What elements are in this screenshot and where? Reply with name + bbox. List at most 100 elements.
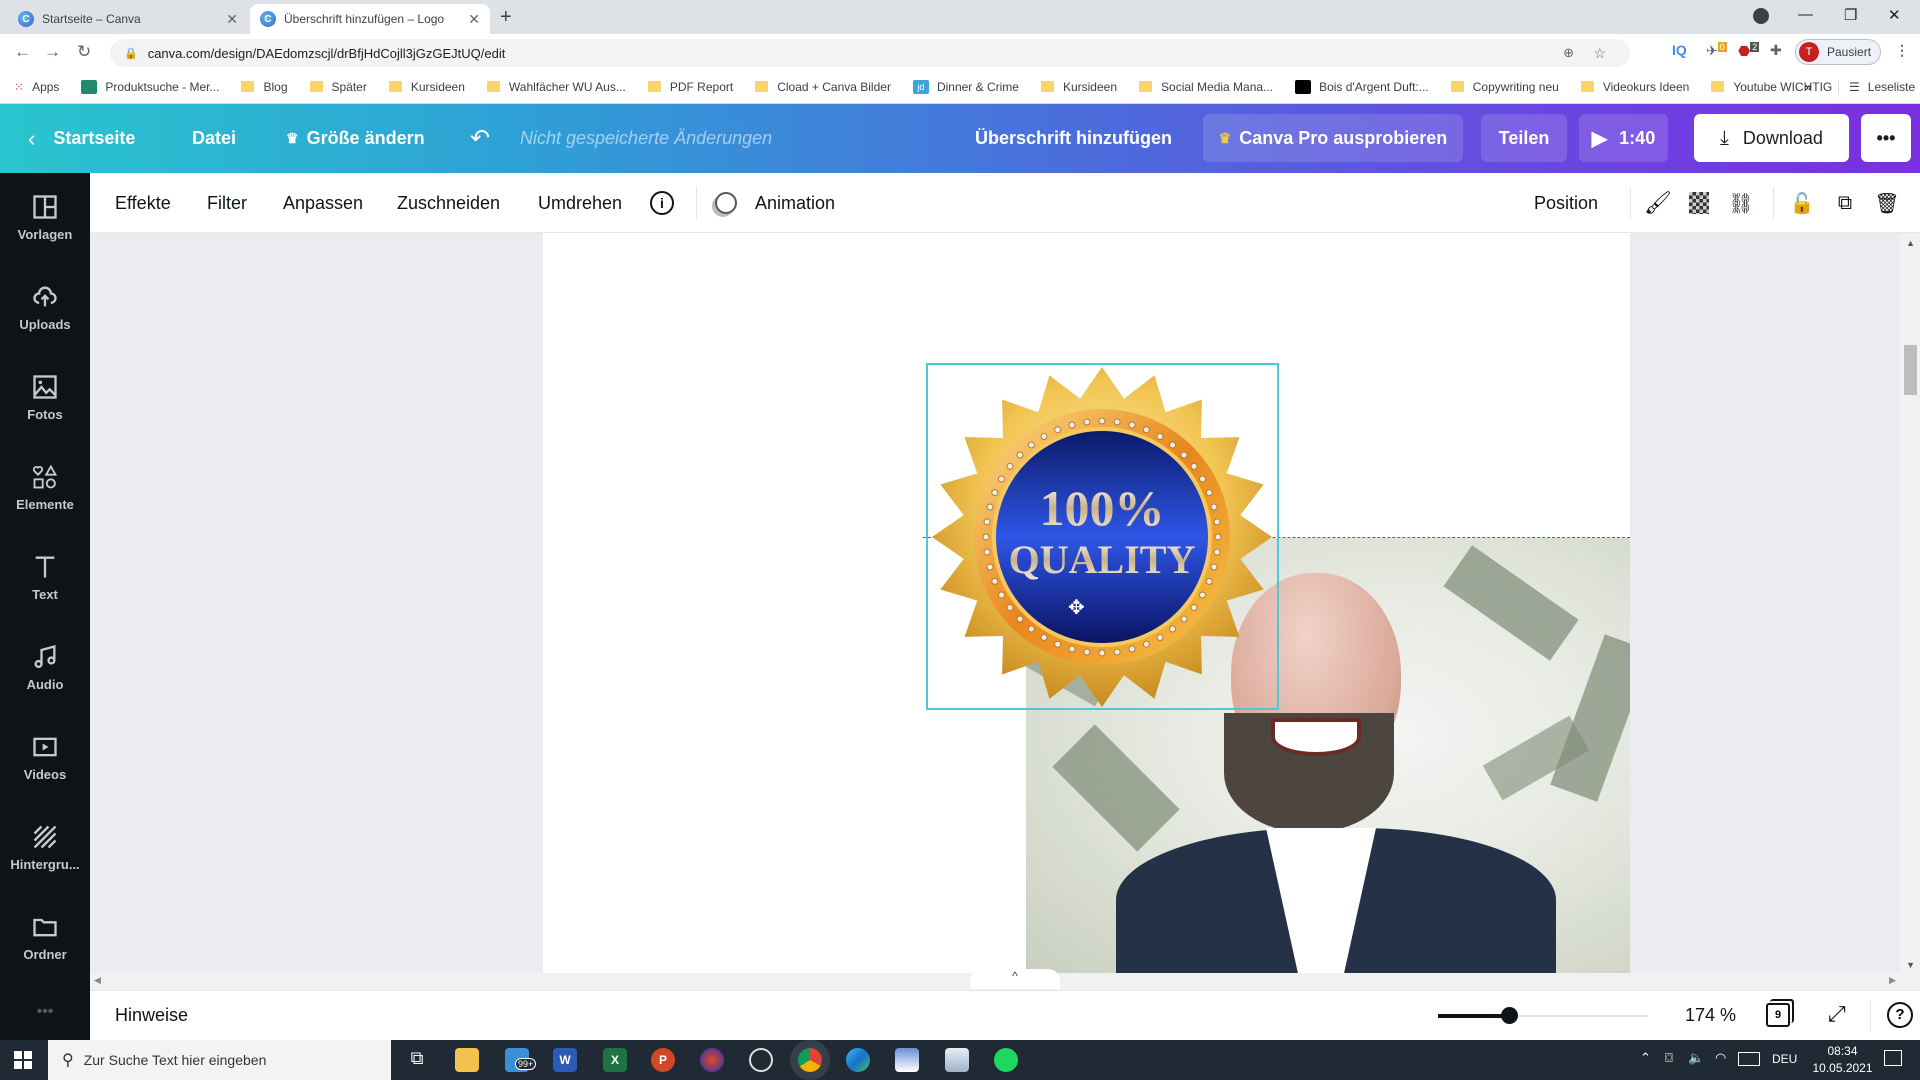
- bookmark-item[interactable]: Social Media Mana...: [1139, 80, 1273, 94]
- bookmarks-overflow-button[interactable]: »: [1805, 80, 1812, 94]
- trash-icon[interactable]: 🗑: [1872, 188, 1902, 218]
- tray-chevron-icon[interactable]: ⌃: [1640, 1050, 1651, 1066]
- task-view-icon[interactable]: ⧉: [405, 1048, 429, 1072]
- sidebar-item-templates[interactable]: Vorlagen: [0, 193, 90, 273]
- bookmark-apps[interactable]: ⁙ Apps: [14, 80, 59, 94]
- link-icon[interactable]: ⛓: [1726, 188, 1756, 218]
- sidebar-item-backgrounds[interactable]: Hintergru...: [0, 823, 90, 903]
- design-title[interactable]: Überschrift hinzufügen: [975, 104, 1172, 173]
- bookmark-item[interactable]: Cload + Canva Bilder: [755, 80, 891, 94]
- windows-start-icon[interactable]: [14, 1051, 32, 1069]
- bookmark-item[interactable]: Wahlfächer WU Aus...: [486, 80, 626, 94]
- sidebar-item-uploads[interactable]: Uploads: [0, 283, 90, 363]
- sidebar-item-audio[interactable]: Audio: [0, 643, 90, 723]
- more-options-button[interactable]: •••: [1861, 114, 1911, 162]
- resize-button[interactable]: ♛ Größe ändern: [286, 104, 425, 173]
- iq-extension-icon[interactable]: IQ: [1672, 42, 1687, 58]
- bookmark-item[interactable]: Copywriting neu: [1450, 80, 1559, 94]
- bookmark-item[interactable]: Später: [309, 80, 367, 94]
- url-field[interactable]: 🔒 canva.com/design/DAEdomzscjl/drBfjHdCo…: [110, 39, 1630, 67]
- help-icon[interactable]: ?: [1887, 1002, 1913, 1028]
- app-icon[interactable]: [700, 1048, 724, 1072]
- duplicate-icon[interactable]: ⧉: [1830, 188, 1860, 218]
- browser-menu-icon[interactable]: ⋮: [1895, 42, 1909, 59]
- app-icon[interactable]: [945, 1048, 969, 1072]
- camera-icon[interactable]: ⌼: [1665, 1050, 1673, 1066]
- bookmark-item[interactable]: jd Dinner & Crime: [912, 79, 1019, 94]
- star-icon[interactable]: ☆: [1593, 45, 1606, 62]
- puzzle-extensions-icon[interactable]: ✚: [1770, 42, 1782, 59]
- forward-icon[interactable]: →: [44, 42, 61, 62]
- mail-icon[interactable]: 99+: [505, 1048, 537, 1072]
- close-tab-icon[interactable]: ✕: [468, 11, 480, 28]
- zoom-percent[interactable]: 174 %: [1685, 1005, 1736, 1026]
- animation-button[interactable]: Animation: [715, 173, 835, 233]
- sidebar-item-folders[interactable]: Ordner: [0, 913, 90, 993]
- effects-button[interactable]: Effekte: [115, 173, 171, 233]
- scroll-down-icon[interactable]: ▼: [1906, 960, 1915, 970]
- bookmark-item[interactable]: Produktsuche - Mer...: [81, 79, 219, 94]
- horizontal-scrollbar[interactable]: ◀ ^ ▶: [90, 969, 1900, 990]
- scroll-right-icon[interactable]: ▶: [1889, 975, 1896, 986]
- app-icon[interactable]: [895, 1048, 919, 1072]
- bookmark-item[interactable]: Videokurs Ideen: [1580, 80, 1689, 94]
- home-button[interactable]: ‹ Startseite: [28, 104, 135, 173]
- vertical-scrollbar[interactable]: ▲ ▼: [1900, 233, 1920, 990]
- expand-notes-icon[interactable]: ^: [970, 969, 1060, 989]
- filter-button[interactable]: Filter: [207, 173, 247, 233]
- share-button[interactable]: Teilen: [1481, 114, 1567, 162]
- wifi-icon[interactable]: ◠: [1715, 1050, 1726, 1066]
- adblock-icon[interactable]: ⬣ 2: [1738, 42, 1760, 60]
- bookmark-item[interactable]: Youtube WICHTIG: [1711, 80, 1832, 94]
- powerpoint-icon[interactable]: P: [651, 1048, 675, 1072]
- sidebar-item-elements[interactable]: Elemente: [0, 463, 90, 543]
- extension-icon[interactable]: ✈ 0: [1706, 42, 1727, 60]
- zoom-slider-handle[interactable]: [1501, 1007, 1519, 1024]
- adjust-button[interactable]: Anpassen: [283, 173, 363, 233]
- language-indicator[interactable]: DEU: [1772, 1052, 1797, 1066]
- tab-ueberschrift[interactable]: C Überschrift hinzufügen – Logo ✕: [250, 4, 490, 34]
- reading-list-button[interactable]: ☰ Leseliste: [1838, 79, 1915, 94]
- close-tab-icon[interactable]: ✕: [226, 11, 238, 28]
- back-icon[interactable]: ←: [14, 42, 31, 62]
- clock[interactable]: 08:34 10.05.2021: [1810, 1043, 1875, 1077]
- zoom-slider[interactable]: [1438, 1007, 1648, 1024]
- crop-button[interactable]: Zuschneiden: [397, 173, 500, 233]
- info-icon[interactable]: i: [650, 191, 674, 215]
- sidebar-item-videos[interactable]: Videos: [0, 733, 90, 813]
- restore-icon[interactable]: ❐: [1844, 6, 1857, 24]
- spotify-icon[interactable]: [994, 1048, 1018, 1072]
- sidebar-item-text[interactable]: Text: [0, 553, 90, 633]
- notification-icon[interactable]: [1884, 1050, 1902, 1066]
- design-page[interactable]: 100% QUALITY ✥: [543, 233, 1630, 973]
- download-button[interactable]: ⤓ Download: [1694, 114, 1849, 162]
- bookmark-item[interactable]: Kursideen: [1040, 80, 1117, 94]
- new-tab-button[interactable]: +: [500, 6, 512, 29]
- transparency-icon[interactable]: [1684, 188, 1714, 218]
- bookmark-item[interactable]: Kursideen: [388, 80, 465, 94]
- reload-icon[interactable]: ↻: [77, 42, 91, 62]
- zoom-lens-icon[interactable]: ⊕: [1563, 45, 1574, 61]
- scroll-up-icon[interactable]: ▲: [1906, 238, 1915, 248]
- close-window-icon[interactable]: ✕: [1888, 6, 1901, 24]
- profile-button[interactable]: T Pausiert: [1795, 39, 1881, 65]
- undo-icon[interactable]: ↶: [470, 104, 490, 173]
- volume-icon[interactable]: 🔈: [1688, 1050, 1704, 1066]
- chrome-icon[interactable]: [798, 1048, 822, 1072]
- tab-startseite[interactable]: C Startseite – Canva ✕: [8, 4, 248, 34]
- taskbar-search-input[interactable]: ⚲ Zur Suche Text hier eingeben: [48, 1040, 391, 1080]
- present-button[interactable]: ▶ 1:40: [1579, 114, 1668, 162]
- bookmark-item[interactable]: PDF Report: [647, 80, 733, 94]
- paint-roller-icon[interactable]: 🖌: [1643, 188, 1673, 218]
- file-explorer-icon[interactable]: [455, 1048, 479, 1072]
- position-button[interactable]: Position: [1534, 173, 1598, 233]
- try-pro-button[interactable]: ♛ Canva Pro ausprobieren: [1203, 114, 1463, 162]
- minimize-icon[interactable]: —: [1798, 6, 1813, 23]
- flip-button[interactable]: Umdrehen: [538, 173, 622, 233]
- scroll-left-icon[interactable]: ◀: [94, 975, 101, 986]
- obs-icon[interactable]: [749, 1048, 773, 1072]
- excel-icon[interactable]: X: [603, 1048, 627, 1072]
- tab-search-icon[interactable]: [1753, 8, 1769, 24]
- vertical-scroll-thumb[interactable]: [1904, 345, 1917, 395]
- bookmark-item[interactable]: Bois d'Argent Duft:...: [1295, 79, 1429, 94]
